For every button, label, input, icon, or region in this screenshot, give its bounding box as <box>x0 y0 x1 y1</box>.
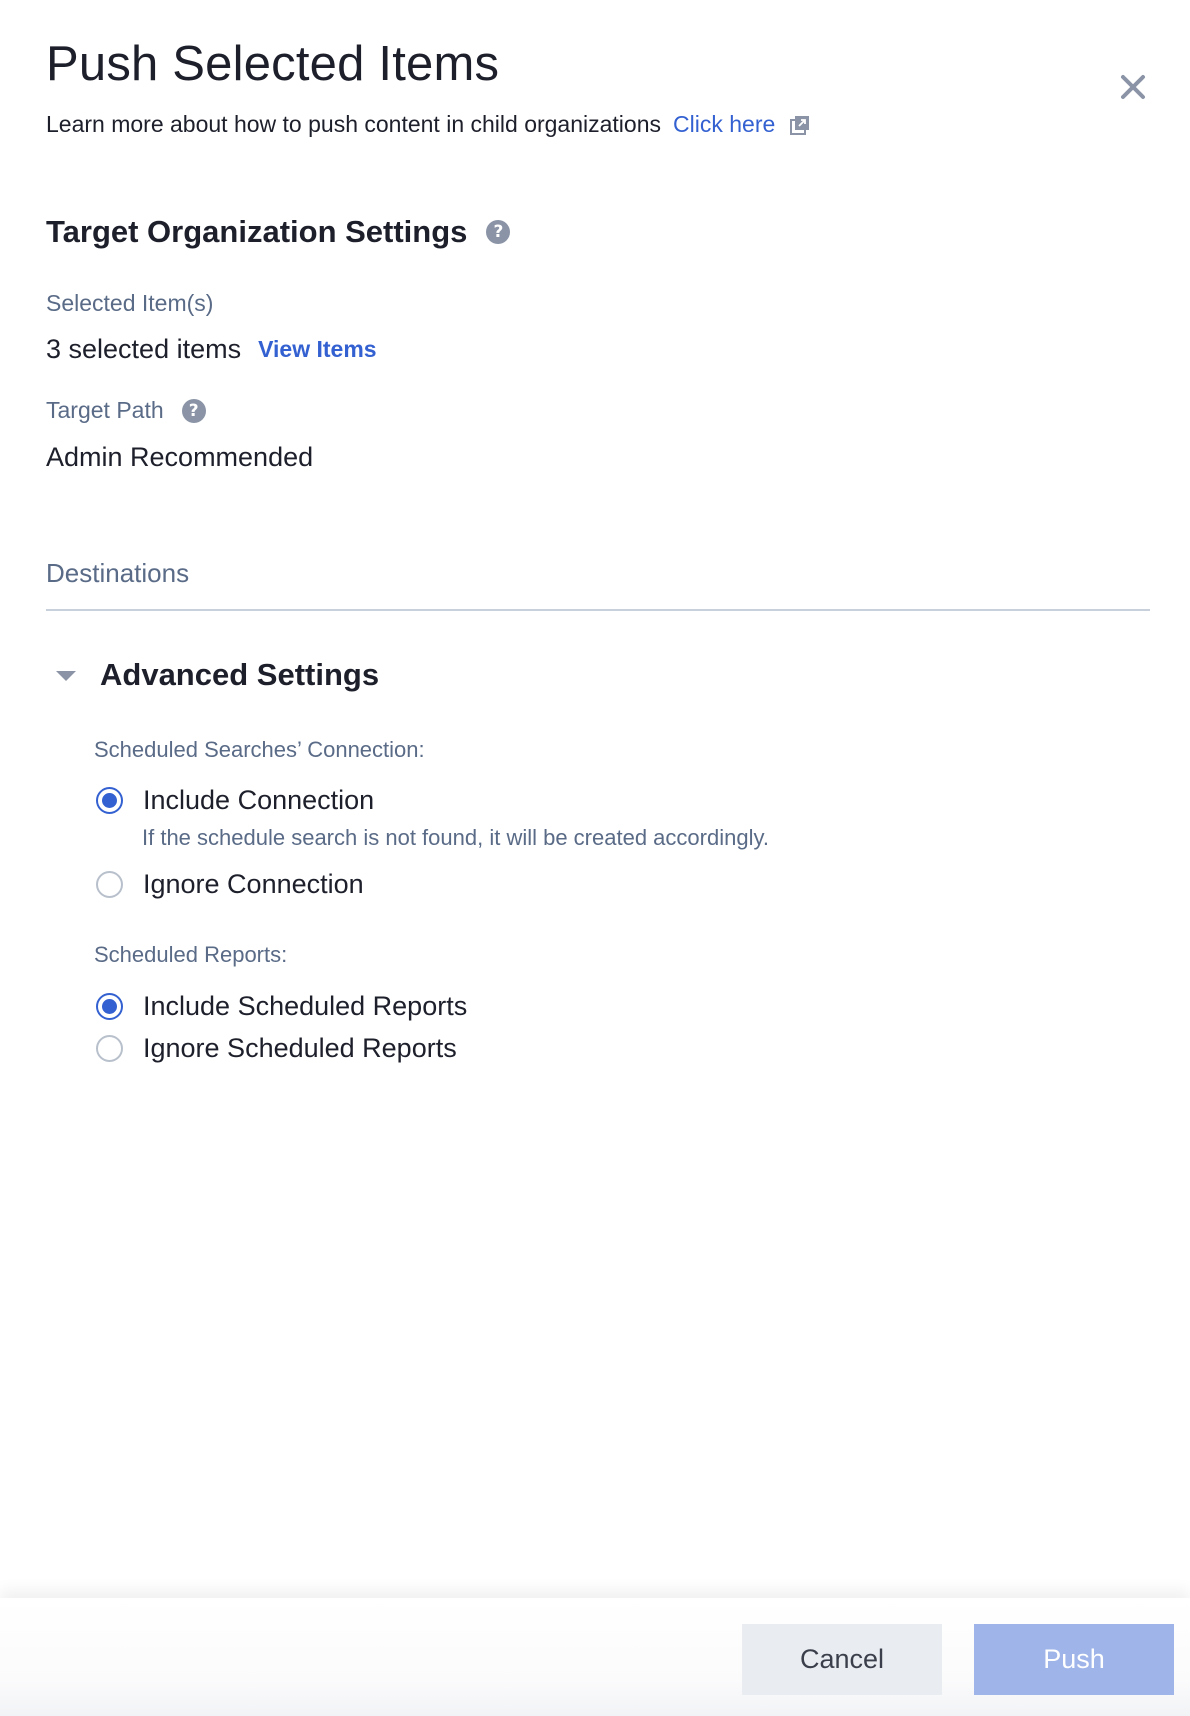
help-icon[interactable]: ? <box>181 398 206 423</box>
destinations-section[interactable]: Destinations <box>46 558 1150 611</box>
section-title-text: Target Organization Settings <box>46 214 468 249</box>
selected-items-row: 3 selected items View Items <box>46 334 377 365</box>
selected-items-value: 3 selected items <box>46 334 242 364</box>
caret-down-icon <box>56 671 76 681</box>
ignore-scheduled-reports-label: Ignore Scheduled Reports <box>143 1033 457 1063</box>
click-here-link[interactable]: Click here <box>673 111 775 138</box>
destinations-label: Destinations <box>46 558 190 588</box>
include-connection-label: Include Connection <box>143 785 375 815</box>
close-icon[interactable] <box>1116 70 1150 104</box>
ignore-scheduled-reports-radio[interactable]: Ignore Scheduled Reports <box>96 1033 457 1064</box>
radio-checked-icon[interactable] <box>96 993 123 1020</box>
include-scheduled-reports-label: Include Scheduled Reports <box>143 991 468 1021</box>
scheduled-searches-group-label: Scheduled Searches’ Connection: <box>94 737 425 762</box>
include-scheduled-reports-radio[interactable]: Include Scheduled Reports <box>96 991 467 1022</box>
ignore-connection-label: Ignore Connection <box>143 869 364 899</box>
advanced-settings-title: Advanced Settings <box>100 657 380 692</box>
selected-items-label: Selected Item(s) <box>46 290 214 316</box>
help-icon[interactable]: ? <box>486 220 511 244</box>
view-items-link[interactable]: View Items <box>258 336 376 363</box>
radio-unchecked-icon[interactable] <box>96 1035 123 1062</box>
include-connection-help: If the schedule search is not found, it … <box>142 825 769 850</box>
target-path-value: Admin Recommended <box>46 442 314 472</box>
push-button[interactable]: Push <box>974 1624 1174 1695</box>
target-organization-settings-heading: Target Organization Settings ? <box>46 214 511 250</box>
ignore-connection-radio[interactable]: Ignore Connection <box>96 869 364 900</box>
cancel-button[interactable]: Cancel <box>742 1624 942 1695</box>
scheduled-reports-group-label: Scheduled Reports: <box>94 942 288 967</box>
external-link-icon[interactable] <box>789 114 811 136</box>
radio-checked-icon[interactable] <box>96 787 123 814</box>
target-path-label: Target Path <box>46 397 164 423</box>
learn-more-text: Learn more about how to push content in … <box>46 111 662 137</box>
learn-more-line: Learn more about how to push content in … <box>46 111 811 138</box>
target-path-label-row: Target Path ? <box>46 397 206 424</box>
dialog-title: Push Selected Items <box>46 37 500 91</box>
push-selected-items-dialog: Push Selected Items Learn more about how… <box>0 0 1190 1716</box>
advanced-settings-toggle[interactable]: Advanced Settings <box>46 657 379 693</box>
radio-unchecked-icon[interactable] <box>96 871 123 898</box>
include-connection-radio[interactable]: Include Connection <box>96 785 374 816</box>
